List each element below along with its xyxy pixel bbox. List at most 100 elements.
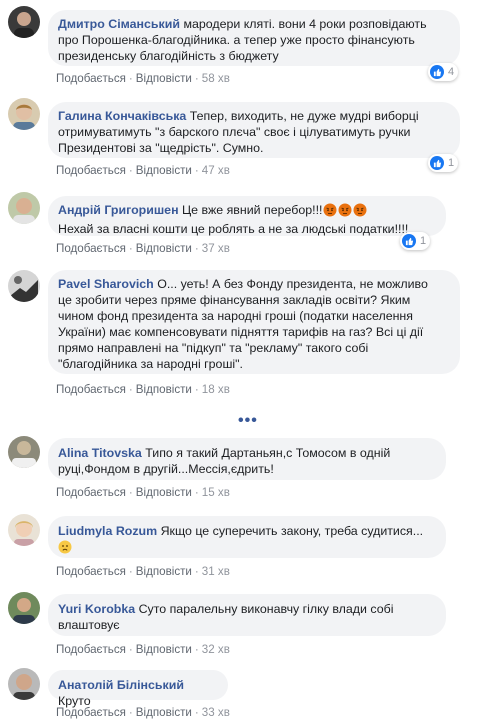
angry-face-icon	[338, 203, 352, 221]
comment-time[interactable]: 31 хв	[202, 565, 230, 578]
avatar[interactable]	[8, 592, 40, 624]
angry-face-icon	[323, 203, 337, 221]
comment-time[interactable]: 32 хв	[202, 643, 230, 656]
separator: ·	[128, 565, 133, 578]
like-link[interactable]: Подобається	[56, 486, 126, 499]
separator: ·	[194, 72, 199, 85]
separator: ·	[194, 486, 199, 499]
comment-author[interactable]: Liudmyla Rozum	[58, 524, 157, 538]
like-link[interactable]: Подобається	[56, 706, 126, 719]
comment-text-line: Президентові за "щедрість". Сумно.	[58, 141, 264, 155]
comment-bubble: Андрій Григоришен Це вже явний перебор!!…	[48, 196, 446, 236]
separator: ·	[128, 486, 133, 499]
avatar[interactable]	[8, 668, 40, 700]
separator: ·	[194, 565, 199, 578]
like-reaction-icon	[430, 65, 444, 79]
comment-text-line: Якщо це суперечить закону, треба судитис…	[160, 524, 424, 538]
avatar[interactable]	[8, 436, 40, 468]
comment-bubble: Liudmyla Rozum Якщо це суперечить закону…	[48, 516, 446, 558]
comment-time[interactable]: 37 хв	[202, 242, 230, 255]
comment-bubble: Галина Кончаківська Тепер, виходить, не …	[48, 102, 460, 158]
separator: ·	[194, 383, 199, 396]
reaction-number: 1	[420, 235, 427, 247]
comment-actions: Подобається · Відповісти · 58 хв	[56, 72, 230, 85]
comment-text-line: отримуватимуть "з барского плєча" своє і…	[58, 125, 411, 139]
comment-time[interactable]: 58 хв	[202, 72, 230, 85]
comment-text-line: Нехай за власні кошти це роблять а не за…	[58, 222, 409, 236]
comment-bubble: Alina Titovska Типо я такий Дартаньян,с …	[48, 438, 446, 480]
comment-author[interactable]: Дмитро Сіманський	[58, 17, 180, 31]
avatar-photo-icon	[8, 514, 40, 546]
comment-time[interactable]: 18 хв	[202, 383, 230, 396]
comment-actions: Подобається · Відповісти · 18 хв	[56, 383, 230, 396]
comment-actions: Подобається · Відповісти · 32 хв	[56, 643, 230, 656]
reply-link[interactable]: Відповісти	[136, 565, 192, 578]
avatar[interactable]	[8, 98, 40, 130]
comment-text-line: чином фонд президента за народні гроші (…	[58, 309, 413, 323]
reaction-count[interactable]: 4	[428, 63, 459, 81]
comment-time[interactable]: 33 хв	[202, 706, 230, 719]
avatar-photo-icon	[8, 436, 40, 468]
comment-text-line: О... уеть! А без Фонду президента, не мо…	[157, 277, 428, 291]
comment-author[interactable]: Alina Titovska	[58, 446, 142, 460]
avatar-photo-icon	[8, 192, 40, 224]
comment-feed: Дмитро Сіманський мародери кляті. вони 4…	[0, 0, 491, 724]
reply-link[interactable]: Відповісти	[136, 643, 192, 656]
avatar[interactable]	[8, 6, 40, 38]
comment-text-line: про Порошенка-благодійника. а тепер уже …	[58, 33, 415, 47]
reply-link[interactable]: Відповісти	[136, 72, 192, 85]
comment-bubble: Yuri Korobka Суто паралельну виконавчу г…	[48, 594, 446, 636]
comment-text-line: це зробити через пряме фінансування закл…	[58, 293, 411, 307]
comment-actions: Подобається · Відповісти · 31 хв	[56, 565, 230, 578]
comment-author[interactable]: Андрій Григоришен	[58, 203, 179, 217]
avatar-photo-icon	[8, 98, 40, 130]
comment-actions: Подобається · Відповісти · 33 хв	[56, 706, 230, 719]
reaction-number: 4	[448, 66, 455, 78]
comment-time[interactable]: 15 хв	[202, 486, 230, 499]
comment-text-line: президенську благодійність з бюджету	[58, 49, 279, 63]
avatar-photo-icon	[8, 6, 40, 38]
comment-text-line: Тепер, виходить, не дуже мудрі виборці	[189, 109, 419, 123]
comment-text-line: Суто паралельну виконавчу гілку влади со…	[138, 602, 394, 616]
comment-author[interactable]: Анатолій Білінський	[58, 678, 184, 692]
like-link[interactable]: Подобається	[56, 643, 126, 656]
comment-bubble: Pavel Sharovich О... уеть! А без Фонду п…	[48, 270, 460, 374]
comment-author[interactable]: Pavel Sharovich	[58, 277, 154, 291]
reply-link[interactable]: Відповісти	[136, 706, 192, 719]
reply-link[interactable]: Відповісти	[136, 242, 192, 255]
like-link[interactable]: Подобається	[56, 164, 126, 177]
reaction-count[interactable]: 1	[428, 154, 459, 172]
like-link[interactable]: Подобається	[56, 383, 126, 396]
comment-text-line: мародери кляті. вони 4 роки розповідають	[183, 17, 427, 31]
separator: ·	[128, 242, 133, 255]
like-link[interactable]: Подобається	[56, 72, 126, 85]
like-reaction-icon	[402, 234, 416, 248]
avatar[interactable]	[8, 514, 40, 546]
reply-link[interactable]: Відповісти	[136, 486, 192, 499]
reply-link[interactable]: Відповісти	[136, 383, 192, 396]
reaction-count[interactable]: 1	[400, 232, 431, 250]
reaction-number: 1	[448, 157, 455, 169]
avatar-photo-icon	[8, 592, 40, 624]
reply-link[interactable]: Відповісти	[136, 164, 192, 177]
comment-text-line: руці,Фондом в другій...Мессія,єдрить!	[58, 462, 274, 476]
comment-text-line: Це вже явний перебор!!!	[182, 203, 323, 217]
avatar[interactable]	[8, 192, 40, 224]
comment-text-line: влаштовує	[58, 618, 120, 632]
comment-actions: Подобається · Відповісти · 37 хв	[56, 242, 230, 255]
separator: ·	[128, 706, 133, 719]
separator: ·	[194, 706, 199, 719]
like-link[interactable]: Подобається	[56, 565, 126, 578]
comment-text-line	[58, 539, 434, 558]
like-link[interactable]: Подобається	[56, 242, 126, 255]
comment-time[interactable]: 47 хв	[202, 164, 230, 177]
comment-actions: Подобається · Відповісти · 47 хв	[56, 164, 230, 177]
avatar[interactable]	[8, 270, 40, 302]
more-comments-button[interactable]: •••	[238, 412, 258, 430]
separator: ·	[128, 643, 133, 656]
comment-author[interactable]: Галина Кончаківська	[58, 109, 186, 123]
separator: ·	[128, 383, 133, 396]
comment-author[interactable]: Yuri Korobka	[58, 602, 135, 616]
separator: ·	[128, 72, 133, 85]
separator: ·	[194, 164, 199, 177]
